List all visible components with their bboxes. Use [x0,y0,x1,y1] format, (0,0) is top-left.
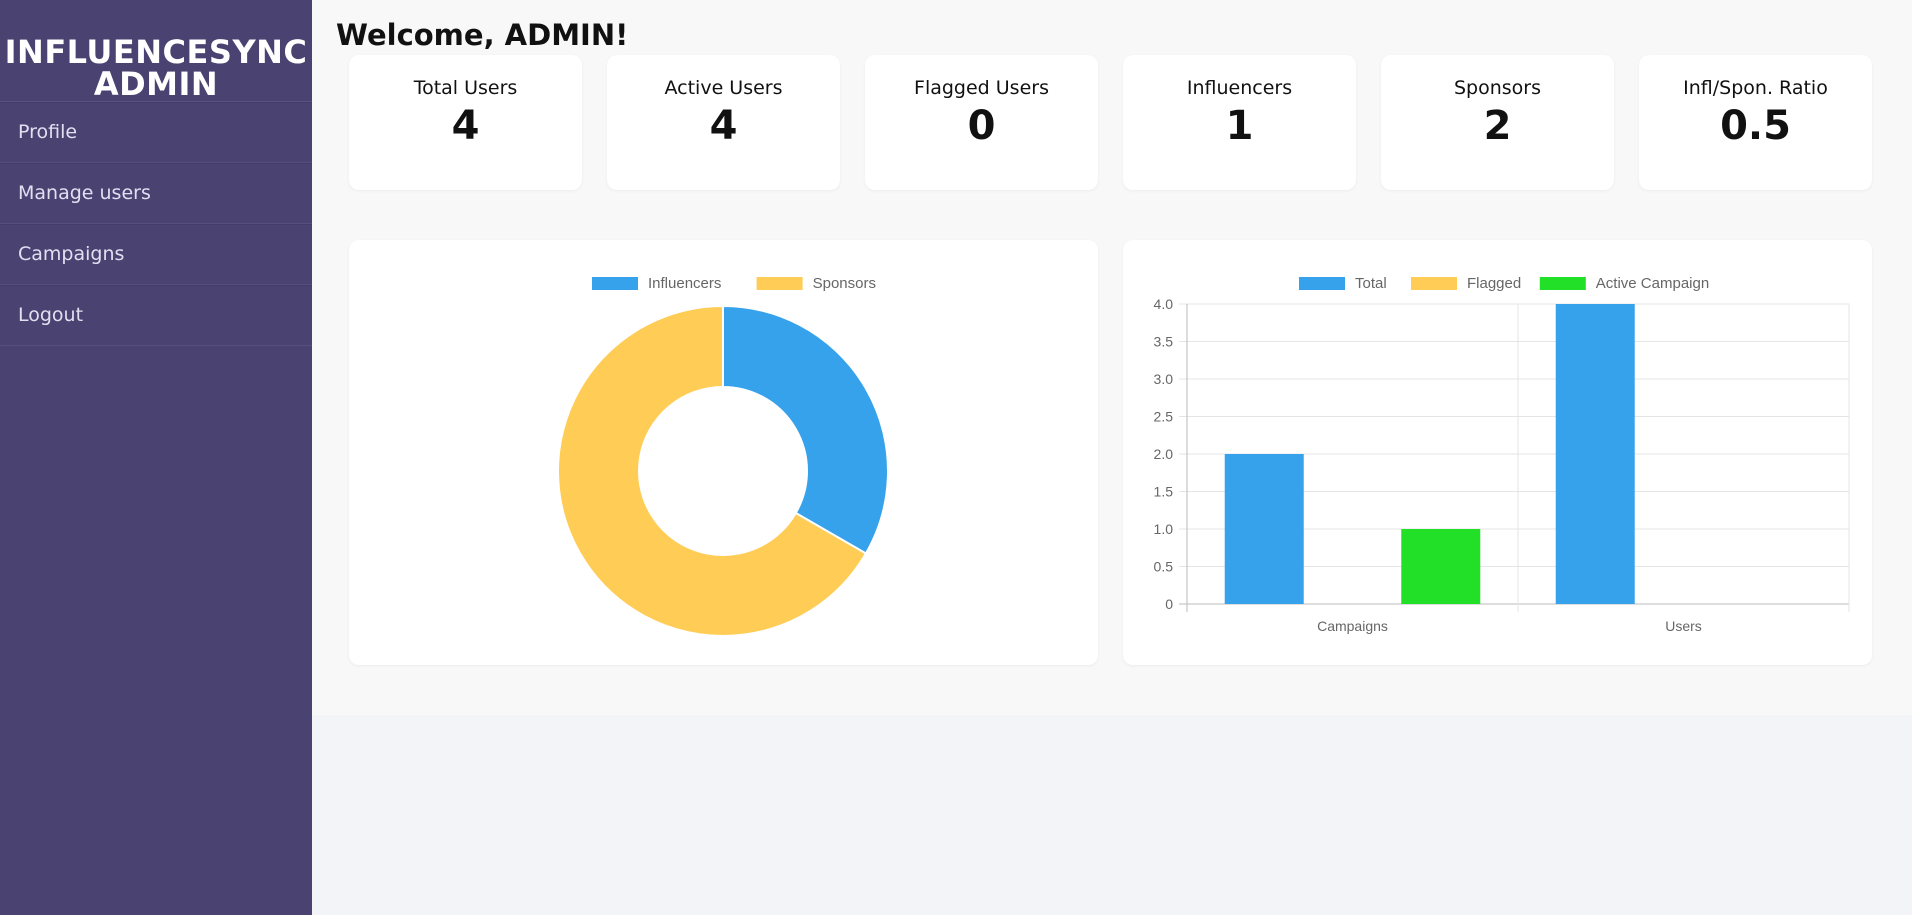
y-tick-label: 0 [1165,596,1173,612]
stat-label: Sponsors [1453,77,1542,99]
page-title: Welcome, ADMIN! [336,18,629,52]
bar-users-total [1555,304,1635,604]
legend-swatch-influencers [592,277,638,290]
bar-campaigns-active-campaign [1401,529,1481,604]
bar-chart-panel: Total Flagged Active Campaign 0 0.5 1.0 1.5 2.0… [1123,240,1872,665]
doughnut-chart: Influencers Sponsors [557,275,889,637]
main-content: Welcome, ADMIN! Total Users 4 Active Use… [312,0,1912,715]
stat-label: Infl/Spon. Ratio [1683,77,1828,99]
y-tick-label: 1.5 [1154,484,1174,500]
legend-label-total: Total [1355,275,1387,292]
bar-campaigns-total [1224,454,1304,604]
legend-swatch-flagged [1411,277,1457,290]
stat-value: 0.5 [1720,103,1791,149]
legend-swatch-sponsors [756,277,803,290]
x-tick-label-users: Users [1665,618,1702,634]
stat-value: 4 [451,103,480,149]
brand-title: INFLUENCESYNC ADMIN [0,0,312,102]
stat-label: Influencers [1186,77,1293,99]
y-tick-label: 0.5 [1154,559,1174,575]
stat-card-total-users: Total Users 4 [349,55,582,190]
y-tick-label: 2.5 [1154,409,1174,425]
stat-card-active-users: Active Users 4 [607,55,840,190]
sidebar-item-logout[interactable]: Logout [0,285,312,346]
y-tick-label: 3.5 [1154,334,1174,350]
stats-row: Total Users 4 Active Users 4 Flagged Use… [349,55,1872,190]
legend-swatch-active-campaign [1539,277,1586,290]
sidebar-item-profile[interactable]: Profile [0,102,312,163]
stat-card-influencers: Influencers 1 [1123,55,1356,190]
sidebar-item-manage-users[interactable]: Manage users [0,163,312,224]
legend-swatch-total [1299,277,1345,290]
sidebar: INFLUENCESYNC ADMIN Profile Manage users… [0,0,312,915]
stat-value: 1 [1225,103,1254,149]
doughnut-chart-panel: Influencers Sponsors [349,240,1098,665]
doughnut-slice-influencers [722,304,889,555]
bar-chart: Total Flagged Active Campaign 0 0.5 1.0 1.5 2.0… [1154,275,1850,634]
stat-label: Total Users [413,77,518,99]
legend-label-influencers: Influencers [648,275,721,292]
y-tick-label: 3.0 [1154,371,1174,387]
stat-card-sponsors: Sponsors 2 [1381,55,1614,190]
legend-label-active-campaign: Active Campaign [1596,275,1709,292]
stat-value: 2 [1483,103,1512,149]
y-tick-label: 4.0 [1154,296,1174,312]
y-tick-label: 1.0 [1154,521,1174,537]
stat-card-flagged-users: Flagged Users 0 [865,55,1098,190]
legend-label-sponsors: Sponsors [813,275,876,292]
stat-label: Active Users [664,77,783,99]
x-tick-label-campaigns: Campaigns [1317,618,1388,634]
legend-label-flagged: Flagged [1467,275,1521,292]
stat-card-ratio: Infl/Spon. Ratio 0.5 [1639,55,1872,190]
stat-value: 4 [709,103,738,149]
stat-value: 0 [967,103,996,149]
y-tick-label: 2.0 [1154,446,1174,462]
stat-label: Flagged Users [914,77,1049,99]
sidebar-item-campaigns[interactable]: Campaigns [0,224,312,285]
